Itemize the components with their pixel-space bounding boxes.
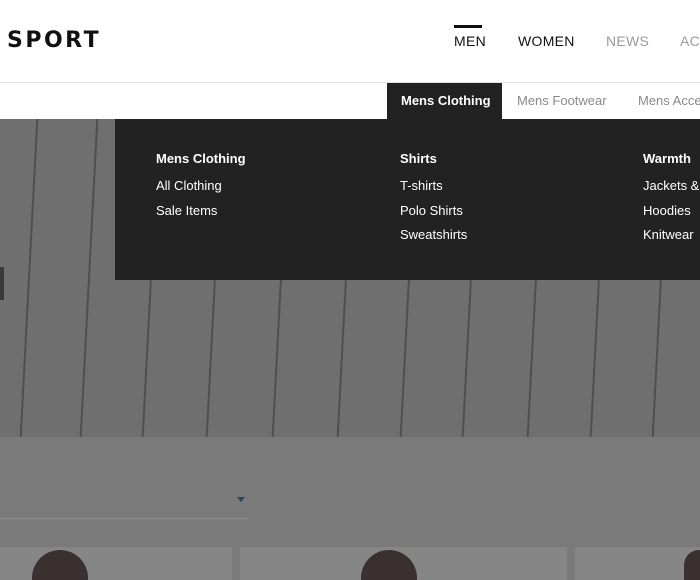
subnav-item-mens-footwear[interactable]: Mens Footwear xyxy=(517,83,607,119)
mega-menu-link[interactable]: Sweatshirts xyxy=(400,227,467,242)
subnav-item-mens-accessories[interactable]: Mens Acce xyxy=(638,83,700,119)
caret-down-icon[interactable] xyxy=(237,497,245,502)
nav-item-accessories[interactable]: AC xyxy=(680,33,700,49)
mega-menu-link[interactable]: Hoodies xyxy=(643,203,691,218)
main-nav: MEN WOMEN NEWS AC xyxy=(0,0,700,83)
mega-menu-heading[interactable]: Shirts xyxy=(400,151,437,166)
product-card[interactable] xyxy=(575,547,700,580)
mega-menu-heading[interactable]: Mens Clothing xyxy=(156,151,246,166)
sub-nav: Mens Clothing Mens Footwear Mens Acce xyxy=(0,83,700,119)
mega-menu-link[interactable]: T-shirts xyxy=(400,178,443,193)
mega-menu-link[interactable]: Jackets & xyxy=(643,178,699,193)
mega-menu-link[interactable]: Knitwear xyxy=(643,227,694,242)
site-header: SPORT MEN WOMEN NEWS AC xyxy=(0,0,700,83)
nav-item-men[interactable]: MEN xyxy=(454,33,486,49)
hero-stripe xyxy=(19,119,39,437)
nav-item-women[interactable]: WOMEN xyxy=(518,33,575,49)
hero-stripe xyxy=(79,119,99,437)
filter-select-underline xyxy=(0,518,248,519)
nav-item-news[interactable]: NEWS xyxy=(606,33,649,49)
active-nav-underline xyxy=(454,25,482,28)
subnav-item-mens-clothing[interactable]: Mens Clothing xyxy=(387,83,502,119)
mega-menu-link[interactable]: All Clothing xyxy=(156,178,222,193)
mega-menu-heading[interactable]: Warmth xyxy=(643,151,691,166)
mega-menu-link[interactable]: Polo Shirts xyxy=(400,203,463,218)
mega-menu: Mens Clothing All Clothing Sale Items Sh… xyxy=(115,119,700,280)
carousel-prev-tab[interactable] xyxy=(0,267,4,300)
mega-menu-link[interactable]: Sale Items xyxy=(156,203,217,218)
